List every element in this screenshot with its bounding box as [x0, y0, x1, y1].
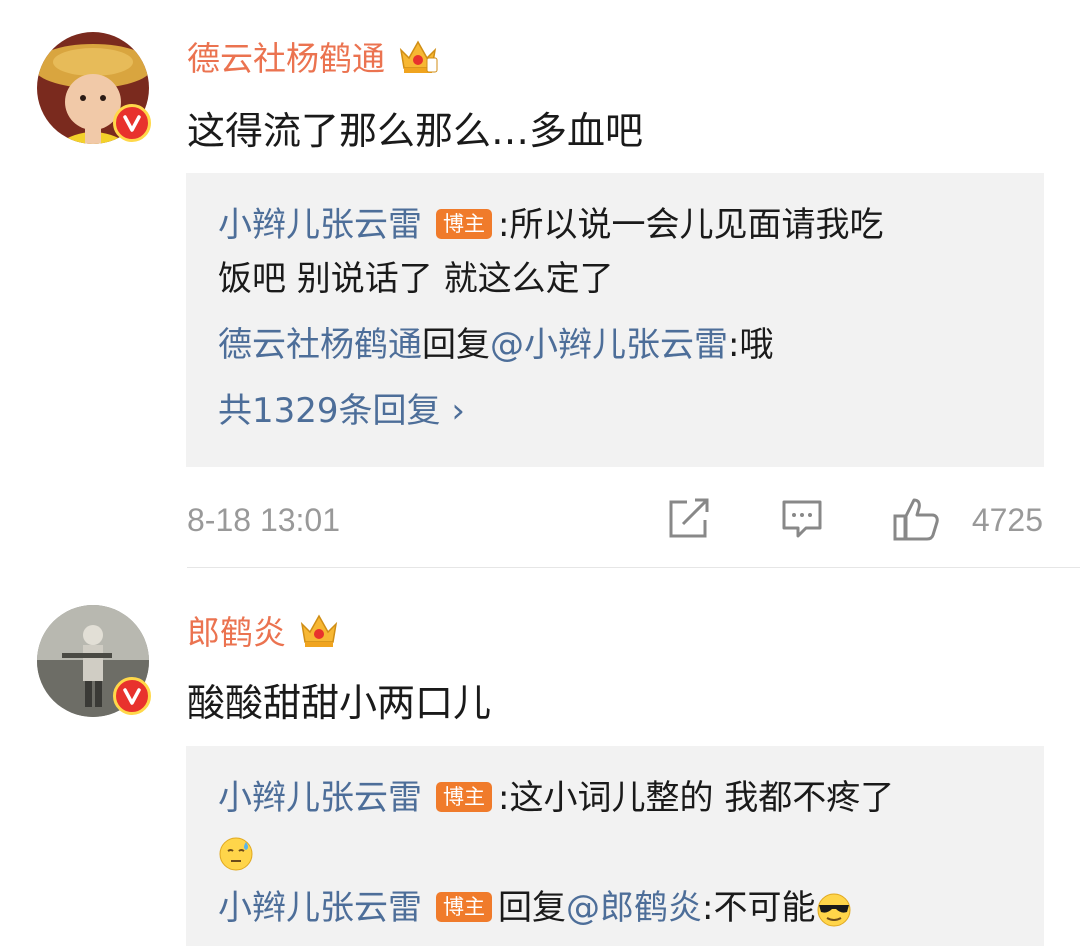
- crown-icon: [300, 614, 338, 647]
- more-replies-link[interactable]: 共1329条回复 ›: [218, 389, 465, 433]
- username-label[interactable]: 德云社杨鹤通: [187, 32, 385, 80]
- author-tag: 博主: [436, 208, 492, 239]
- reply-text: :哦: [728, 325, 774, 365]
- author-tag: 博主: [436, 891, 492, 922]
- like-count: 4725: [971, 502, 1043, 538]
- sweat-emoji-icon: [219, 837, 253, 870]
- like-icon[interactable]: [892, 496, 940, 542]
- timestamp: 8-18 13:01: [187, 502, 341, 538]
- author-tag: 博主: [436, 781, 492, 812]
- reply-item: 小辫儿张云雷 博主:这小词儿整的 我都不疼了: [218, 776, 894, 820]
- reply-item: 德云社杨鹤通回复@小辫儿张云雷:哦: [218, 323, 773, 367]
- reply-author-link[interactable]: 德云社杨鹤通: [218, 325, 422, 365]
- username[interactable]: 郎鹤炎: [187, 608, 340, 652]
- reply-text-continued: [218, 830, 254, 874]
- avatar[interactable]: [37, 32, 151, 144]
- reply-word: 回复: [422, 325, 490, 365]
- reply-box[interactable]: 小辫儿张云雷 博主:这小词儿整的 我都不疼了 小辫儿张云雷 博主 回复@郎鹤炎:不可能: [186, 746, 1044, 946]
- comment-icon[interactable]: [780, 496, 824, 540]
- repost-icon[interactable]: [667, 496, 711, 540]
- verified-badge-icon: [113, 104, 151, 142]
- mention-link[interactable]: @小辫儿张云雷: [490, 325, 728, 365]
- comment-text: 这得流了那么那么…多血吧: [187, 109, 644, 153]
- comment-item: 郎鹤炎 酸酸甜甜小两口儿 小辫儿张云雷 博主:这小词儿整的 我都不疼了 小辫儿张云…: [0, 568, 1080, 946]
- reply-word: 回复: [498, 888, 566, 928]
- avatar[interactable]: [37, 605, 151, 717]
- reply-text: :所以说一会儿见面请我吃: [498, 205, 884, 245]
- reply-text-continued: 饭吧 别说话了 就这么定了: [218, 259, 614, 299]
- comment-footer: 8-18 13:01 4725: [187, 496, 1043, 546]
- reply-author-link[interactable]: 小辫儿张云雷: [218, 205, 422, 245]
- username-label[interactable]: 郎鹤炎: [187, 606, 286, 654]
- comment-text: 酸酸甜甜小两口儿: [187, 681, 492, 725]
- crown-icon: [399, 40, 438, 73]
- reply-box[interactable]: 小辫儿张云雷 博主:所以说一会儿见面请我吃 饭吧 别说话了 就这么定了 德云社杨鹤…: [186, 173, 1044, 467]
- mention-link[interactable]: @郎鹤炎: [566, 888, 702, 928]
- reply-item: 小辫儿张云雷 博主:所以说一会儿见面请我吃: [218, 203, 883, 247]
- comment-item: 德云社杨鹤通 这得流了那么那么…多血吧 小辫儿张云雷 博主:所以说一会儿见面请我吃…: [0, 0, 1080, 568]
- reply-text: :不可能: [702, 888, 816, 928]
- username[interactable]: 德云社杨鹤通: [187, 34, 439, 78]
- reply-text: :这小词儿整的 我都不疼了: [498, 778, 895, 818]
- verified-badge-icon: [113, 677, 151, 715]
- cool-emoji-icon: [817, 893, 851, 926]
- reply-author-link[interactable]: 小辫儿张云雷: [218, 888, 422, 928]
- reply-item: 小辫儿张云雷 博主 回复@郎鹤炎:不可能: [218, 886, 853, 930]
- reply-author-link[interactable]: 小辫儿张云雷: [218, 778, 422, 818]
